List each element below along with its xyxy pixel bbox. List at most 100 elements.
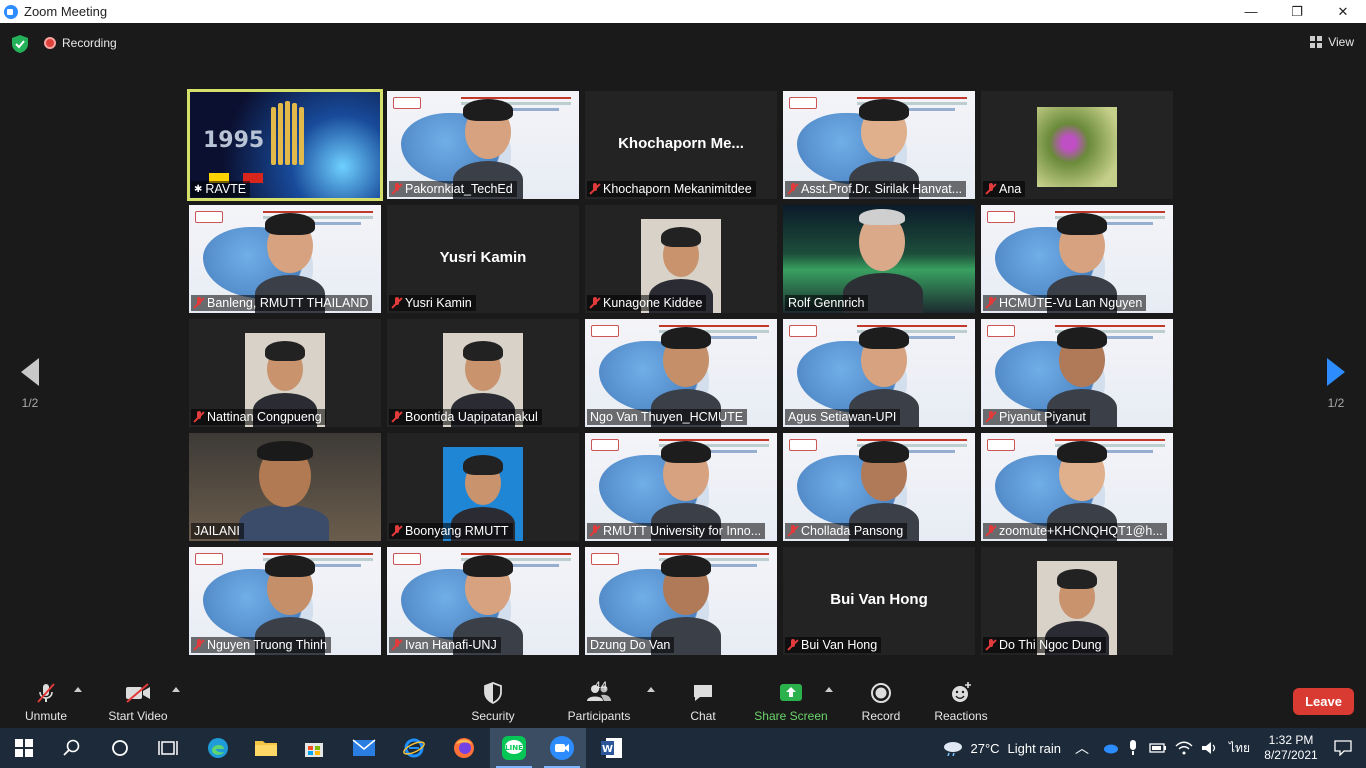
participant-video-tile[interactable]: RMUTT University for Inno... xyxy=(585,433,777,541)
participant-video-tile[interactable]: Bui Van Hong Bui Van Hong xyxy=(783,547,975,655)
participant-name-label: Pakornkiat_TechEd xyxy=(389,181,517,197)
participant-video-tile[interactable]: Agus Setiawan-UPI xyxy=(783,319,975,427)
microphone-tray-icon[interactable] xyxy=(1127,740,1139,756)
profile-photo-flower xyxy=(1037,107,1117,187)
participant-video-tile[interactable]: Boonyang RMUTT xyxy=(387,433,579,541)
participant-video-tile[interactable]: HCMUTE-Vu Lan Nguyen xyxy=(981,205,1173,313)
participant-name: JAILANI xyxy=(194,524,240,538)
participant-name: Ngo Van Thuyen_HCMUTE xyxy=(590,410,744,424)
weather-description[interactable]: Light rain xyxy=(1008,741,1061,756)
taskbar-edge[interactable] xyxy=(194,728,242,768)
participants-options-caret-icon[interactable] xyxy=(647,687,655,692)
reactions-smiley-icon xyxy=(932,681,990,705)
task-view-button[interactable] xyxy=(144,728,192,768)
participant-video-tile[interactable]: Chollada Pansong xyxy=(783,433,975,541)
taskbar-word[interactable]: W xyxy=(588,728,636,768)
leave-button[interactable]: Leave xyxy=(1293,688,1354,715)
arrow-left-icon xyxy=(21,358,39,386)
edge-browser-icon xyxy=(208,738,228,758)
restore-button[interactable]: ❐ xyxy=(1274,0,1320,23)
unmute-button[interactable]: Unmute xyxy=(18,681,74,723)
reactions-button[interactable]: Reactions xyxy=(932,681,990,723)
store-bag-icon xyxy=(305,743,323,757)
participant-video-tile[interactable]: JAILANI xyxy=(189,433,381,541)
slide-logo xyxy=(195,553,223,565)
participant-name: zoomute+KHCNQHQT1@h... xyxy=(999,524,1163,538)
reactions-label: Reactions xyxy=(934,709,988,723)
close-button[interactable]: ✕ xyxy=(1320,0,1366,23)
taskbar-mail[interactable] xyxy=(340,728,388,768)
share-options-caret-icon[interactable] xyxy=(825,687,833,692)
participant-video-tile[interactable]: Dzung Do Van xyxy=(585,547,777,655)
next-page-button[interactable]: 1/2 xyxy=(1316,358,1356,410)
taskbar-internet-explorer[interactable] xyxy=(390,728,438,768)
battery-icon[interactable] xyxy=(1149,742,1167,754)
participant-video-tile[interactable]: 1995 ✱ RAVTE xyxy=(187,89,383,201)
participant-video-tile[interactable]: Nguyen Truong Thinh xyxy=(189,547,381,655)
participant-video-tile[interactable]: Ngo Van Thuyen_HCMUTE xyxy=(585,319,777,427)
participant-video-tile[interactable]: zoomute+KHCNQHQT1@h... xyxy=(981,433,1173,541)
participant-name-label: Chollada Pansong xyxy=(785,523,908,539)
slide-logo xyxy=(789,439,817,451)
svg-text:LINE: LINE xyxy=(505,744,523,752)
recording-indicator[interactable]: Recording xyxy=(44,36,117,50)
line-messenger-icon: LINE xyxy=(502,736,526,760)
view-button[interactable]: View xyxy=(1310,35,1354,49)
cortana-button[interactable] xyxy=(96,728,144,768)
participant-video-tile[interactable]: Ivan Hanafi-UNJ xyxy=(387,547,579,655)
microphone-muted-icon xyxy=(392,297,402,309)
previous-page-button[interactable]: 1/2 xyxy=(10,358,50,410)
taskbar-file-explorer[interactable] xyxy=(242,728,290,768)
taskbar-line[interactable]: LINE xyxy=(490,728,538,768)
participant-video-tile[interactable]: Boontida Uapipatanakul xyxy=(387,319,579,427)
participant-video-tile[interactable]: Asst.Prof.Dr. Sirilak Hanvat... xyxy=(783,91,975,199)
participant-hair xyxy=(463,555,513,577)
video-off-icon xyxy=(104,681,172,705)
participant-name: Bui Van Hong xyxy=(801,638,878,652)
minimize-button[interactable]: — xyxy=(1228,0,1274,23)
security-shield-icon[interactable] xyxy=(12,35,28,53)
participant-video-tile[interactable]: Rolf Gennrich xyxy=(783,205,975,313)
onedrive-cloud-icon[interactable] xyxy=(1101,742,1119,754)
video-options-caret-icon[interactable] xyxy=(172,687,180,692)
microphone-muted-icon xyxy=(590,183,600,195)
taskbar-search-button[interactable] xyxy=(48,728,96,768)
taskbar-store[interactable] xyxy=(290,728,338,768)
taskbar-clock[interactable]: 1:32 PM 8/27/2021 xyxy=(1256,733,1326,763)
microphone-muted-icon xyxy=(986,297,996,309)
share-screen-button[interactable]: Share Screen xyxy=(752,681,830,723)
participant-video-tile[interactable]: Pakornkiat_TechEd xyxy=(387,91,579,199)
participant-hair xyxy=(257,441,313,461)
start-menu-button[interactable] xyxy=(0,728,48,768)
participant-video-tile[interactable]: Khochaporn Me... Khochaporn Mekanimitdee xyxy=(585,91,777,199)
participant-video-tile[interactable]: Banleng, RMUTT THAILAND xyxy=(189,205,381,313)
chat-bubble-icon xyxy=(682,681,724,705)
participant-video-tile[interactable]: Ana xyxy=(981,91,1173,199)
start-video-button[interactable]: Start Video xyxy=(104,681,172,723)
chat-button[interactable]: Chat xyxy=(682,681,724,723)
participant-video-tile[interactable]: Yusri Kamin Yusri Kamin xyxy=(387,205,579,313)
slide-logo xyxy=(789,97,817,109)
participant-name-label: Boonyang RMUTT xyxy=(389,523,513,539)
taskbar-firefox[interactable] xyxy=(440,728,488,768)
participant-video-tile[interactable]: Nattinan Congpueng xyxy=(189,319,381,427)
security-button[interactable]: Security xyxy=(466,681,520,723)
weather-temperature[interactable]: 27°C xyxy=(970,741,999,756)
window-controls: — ❐ ✕ xyxy=(1228,0,1366,23)
microphone-muted-icon xyxy=(788,525,798,537)
microphone-muted-icon xyxy=(392,183,402,195)
input-language-indicator[interactable]: ไทย xyxy=(1229,739,1250,758)
notifications-icon[interactable] xyxy=(1334,740,1352,756)
participants-button[interactable]: 44 Participants xyxy=(564,679,634,723)
participant-video-tile[interactable]: Do Thi Ngoc Dung xyxy=(981,547,1173,655)
record-button[interactable]: Record xyxy=(858,681,904,723)
taskbar-zoom[interactable] xyxy=(538,728,586,768)
volume-speaker-icon[interactable] xyxy=(1201,741,1219,755)
participant-name: RMUTT University for Inno... xyxy=(603,524,762,538)
tray-chevron-up-icon[interactable]: ︿ xyxy=(1075,738,1089,758)
participant-video-tile[interactable]: Piyanut Piyanut xyxy=(981,319,1173,427)
audio-options-caret-icon[interactable] xyxy=(74,687,82,692)
participant-video-tile[interactable]: Kunagone Kiddee xyxy=(585,205,777,313)
wifi-icon[interactable] xyxy=(1175,741,1193,755)
participant-name: Boontida Uapipatanakul xyxy=(405,410,538,424)
